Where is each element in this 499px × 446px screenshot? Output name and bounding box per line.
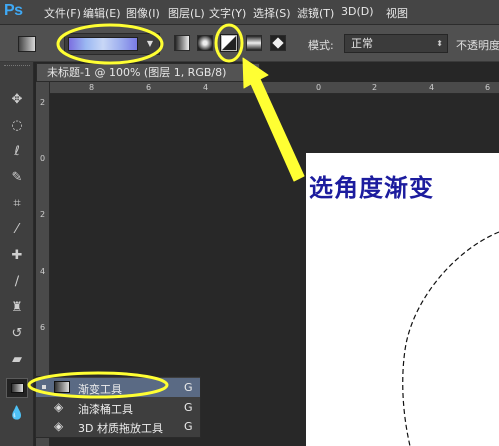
reflected-gradient-button[interactable]	[246, 35, 262, 51]
menu-filter[interactable]: 滤镜(T)	[297, 5, 334, 21]
options-bar: ▼ 模式: 正常 ⬍ 不透明度	[0, 25, 499, 62]
diamond-gradient-button[interactable]	[270, 35, 286, 51]
document-tab[interactable]: 未标题-1 @ 100% (图层 1, RGB/8) ×	[36, 63, 260, 82]
ruler-label: 2	[372, 83, 378, 92]
angle-gradient-button[interactable]	[221, 35, 237, 51]
paint-bucket-icon: ◈	[54, 400, 64, 414]
menu-type[interactable]: 文字(Y)	[209, 5, 246, 21]
ruler-label: 4	[429, 83, 435, 92]
menu-view[interactable]: 视图	[386, 5, 408, 21]
document-title: 未标题-1 @ 100% (图层 1, RGB/8)	[47, 66, 227, 79]
ruler-label: 2	[259, 83, 265, 92]
tool-preset-picker[interactable]	[18, 36, 36, 52]
ruler-label: 2	[40, 210, 46, 219]
ruler-origin[interactable]	[36, 82, 50, 94]
horizontal-ruler: 8 6 4 2 0 2 4 6	[36, 82, 499, 94]
chevron-updown-icon: ⬍	[436, 39, 443, 48]
tool-flyout-menu: 渐变工具 G ◈ 油漆桶工具 G ◈ 3D 材质拖放工具 G	[35, 376, 201, 438]
opacity-label: 不透明度	[456, 39, 499, 52]
menu-edit[interactable]: 编辑(E)	[83, 5, 121, 21]
ruler-label: 4	[203, 83, 209, 92]
menu-image[interactable]: 图像(I)	[126, 5, 160, 21]
ruler-label: 6	[485, 83, 491, 92]
ruler-label: 6	[146, 83, 152, 92]
gradient-glyph	[11, 383, 24, 393]
radial-gradient-button[interactable]	[197, 35, 213, 51]
quick-select-tool-icon[interactable]: ✎	[6, 168, 28, 188]
flyout-item-shortcut: G	[184, 401, 193, 414]
flyout-item-shortcut: G	[184, 420, 193, 433]
menu-select[interactable]: 选择(S)	[253, 5, 291, 21]
ruler-label: 2	[40, 98, 46, 107]
brush-tool-icon[interactable]: ∕	[6, 272, 28, 292]
crop-tool-icon[interactable]: ⌗	[6, 194, 28, 214]
angle-gradient-icon	[222, 36, 236, 50]
mode-select[interactable]: 正常 ⬍	[344, 34, 448, 53]
menu-3d[interactable]: 3D(D)	[341, 5, 374, 18]
close-icon[interactable]: ×	[251, 64, 259, 81]
menu-bar: Ps 文件(F) 编辑(E) 图像(I) 图层(L) 文字(Y) 选择(S) 滤…	[0, 0, 499, 25]
tools-panel: ✥ ◌ ℓ ✎ ⌗ ⁄ ✚ ∕ ♜ ↺ ▰ 💧	[0, 62, 34, 446]
ruler-label: 0	[316, 83, 322, 92]
gradient-tool-icon[interactable]	[6, 378, 28, 398]
mode-value: 正常	[351, 37, 373, 50]
eyedropper-tool-icon[interactable]: ⁄	[6, 220, 28, 240]
selected-bullet-icon	[42, 385, 46, 389]
panel-grip[interactable]	[4, 65, 30, 69]
eraser-tool-icon[interactable]: ▰	[6, 350, 28, 370]
marquee-tool-icon[interactable]: ◌	[6, 116, 28, 136]
flyout-item-shortcut: G	[184, 381, 193, 394]
move-tool-icon[interactable]: ✥	[6, 90, 28, 110]
menu-layer[interactable]: 图层(L)	[168, 5, 205, 21]
ruler-label: 0	[40, 154, 46, 163]
blur-tool-icon[interactable]: 💧	[6, 404, 28, 424]
3d-material-drop-icon: ◈	[54, 419, 64, 433]
stamp-tool-icon[interactable]: ♜	[6, 298, 28, 318]
flyout-item-gradient-tool[interactable]: 渐变工具 G	[36, 378, 200, 397]
ruler-label: 6	[40, 323, 46, 332]
healing-brush-tool-icon[interactable]: ✚	[6, 246, 28, 266]
ruler-label: 8	[89, 83, 95, 92]
menu-file[interactable]: 文件(F)	[44, 5, 81, 21]
photoshop-logo: Ps	[4, 2, 23, 19]
ruler-label: 4	[40, 267, 46, 276]
diamond-gradient-icon	[272, 37, 284, 49]
annotation-text: 选角度渐变	[309, 173, 434, 202]
flyout-item-paint-bucket-tool[interactable]: ◈ 油漆桶工具 G	[36, 398, 200, 417]
flyout-item-label: 3D 材质拖放工具	[78, 422, 163, 435]
flyout-item-label: 渐变工具	[78, 383, 122, 396]
gradient-tool-icon	[54, 381, 70, 393]
flyout-item-label: 油漆桶工具	[78, 403, 133, 416]
linear-gradient-button[interactable]	[174, 35, 190, 51]
gradient-swatch[interactable]	[68, 37, 138, 51]
lasso-tool-icon[interactable]: ℓ	[6, 142, 28, 162]
chevron-down-icon[interactable]: ▼	[144, 38, 156, 50]
flyout-item-3d-material-drop-tool[interactable]: ◈ 3D 材质拖放工具 G	[36, 417, 200, 436]
mode-label: 模式:	[308, 39, 334, 52]
gradient-picker[interactable]: ▼	[64, 33, 160, 55]
history-brush-tool-icon[interactable]: ↺	[6, 324, 28, 344]
